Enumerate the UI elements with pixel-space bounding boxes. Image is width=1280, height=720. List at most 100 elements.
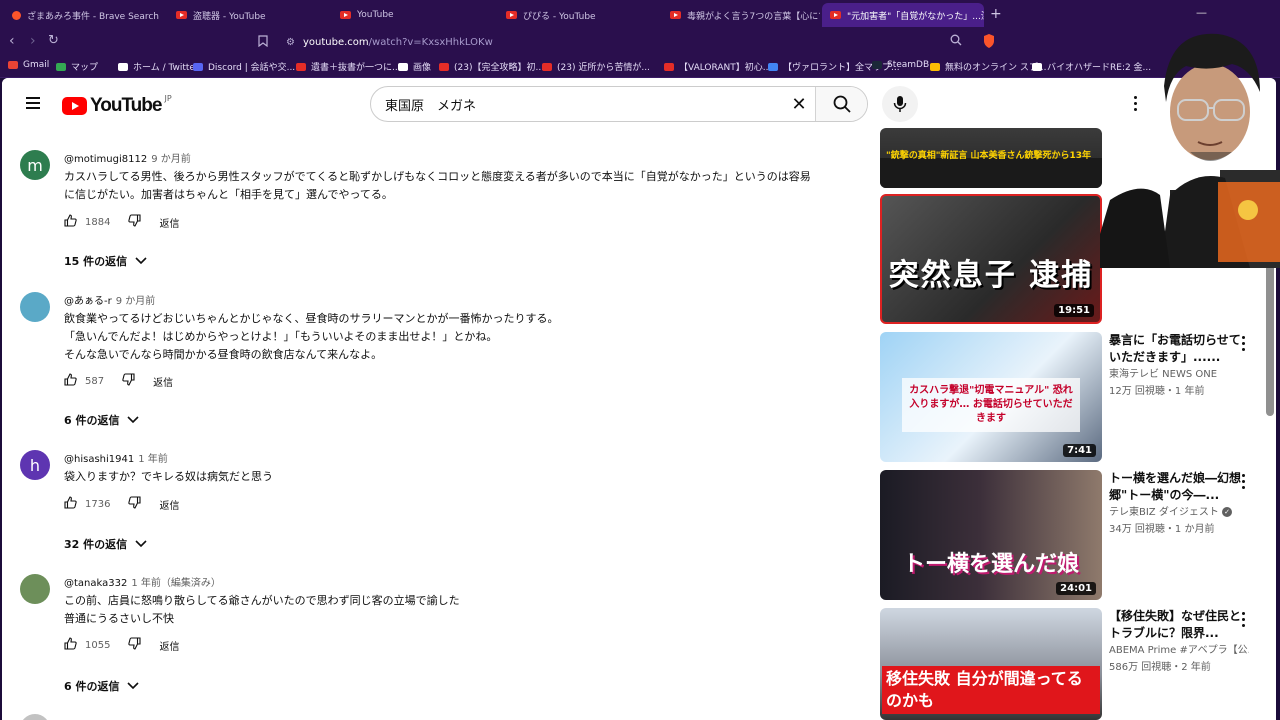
- bookmark-images[interactable]: 画像: [398, 60, 431, 73]
- reply-button[interactable]: 返信: [159, 497, 179, 512]
- like-icon[interactable]: [64, 637, 77, 653]
- youtube-masthead: YouTube JP 東国原 メガネ ✕: [2, 78, 1276, 130]
- steamdb-icon: [872, 61, 882, 69]
- brave-shields-icon[interactable]: [982, 33, 996, 53]
- browser-window: ざまあみろ事件 - Brave Search 盗聴器 - YouTube You…: [0, 0, 1280, 720]
- tab-youtube-dokuoya[interactable]: 毒親がよく言う7つの言葉【心にできる深...: [662, 3, 820, 27]
- page-scrollbar[interactable]: [1266, 208, 1274, 716]
- voice-search-button[interactable]: [882, 86, 918, 122]
- dislike-icon[interactable]: [128, 496, 142, 512]
- dislike-icon[interactable]: [128, 214, 142, 230]
- bookmark-gmail[interactable]: Gmail: [8, 60, 49, 70]
- video-thumbnail[interactable]: "銃撃の真相"新証言 山本美香さん銃撃死から13年: [880, 128, 1102, 188]
- video-channel[interactable]: ABEMA Prime #アベプラ【公...: [1109, 642, 1249, 659]
- like-icon[interactable]: [64, 373, 77, 389]
- replies-toggle[interactable]: 6 件の返信: [64, 678, 140, 694]
- video-title[interactable]: トー横を選んだ娘―幻想郷"トー横"の今―...: [1109, 470, 1249, 504]
- x-icon: [398, 62, 408, 71]
- replies-toggle[interactable]: 15 件の返信: [64, 253, 147, 269]
- comment-time[interactable]: 1 年前: [138, 454, 168, 465]
- search-input[interactable]: 東国原 メガネ: [371, 87, 783, 121]
- bookmark-maps[interactable]: マップ: [56, 60, 98, 73]
- replies-toggle[interactable]: 32 件の返信: [64, 536, 147, 552]
- bookmark-video-1[interactable]: 遺書＋抜書が一つに...: [296, 60, 401, 73]
- video-info[interactable]: 【移住失敗】なぜ住民とトラブルに？限界... ABEMA Prime #アベプラ…: [1109, 608, 1249, 676]
- bookmark-youtube-1[interactable]: (23)【完全攻略】初...: [439, 60, 544, 73]
- video-duration: 7:41: [1063, 444, 1096, 457]
- comment-time[interactable]: 9 か月前: [151, 154, 191, 165]
- like-icon[interactable]: [64, 496, 77, 512]
- comment-actions: 1736 返信: [64, 496, 179, 512]
- comment-actions: 1884 返信: [64, 214, 179, 230]
- minimize-icon[interactable]: —: [1196, 6, 1207, 19]
- video-thumbnail[interactable]: カスハラ撃退"切電マニュアル" 恐れ入りますが… お電話切らせていただきます 7…: [880, 332, 1102, 462]
- youtube-icon: [542, 62, 552, 71]
- tab-youtube-active[interactable]: "元加害者"「自覚がなかった」...深刻 ✕: [822, 3, 984, 27]
- video-more-icon[interactable]: [1242, 612, 1246, 630]
- reload-icon[interactable]: ↻: [48, 33, 59, 48]
- search-button[interactable]: [815, 87, 867, 121]
- video-more-icon[interactable]: [1242, 474, 1246, 492]
- video-channel[interactable]: テレ東BIZ ダイジェスト ✓: [1109, 504, 1249, 521]
- comment-author[interactable]: @あぁる-r: [64, 296, 112, 307]
- reply-button[interactable]: 返信: [153, 374, 173, 389]
- bookmark-youtube-2[interactable]: (23) 近所から苦情が...: [542, 60, 650, 73]
- avatar[interactable]: [20, 574, 50, 604]
- verified-icon: ✓: [1222, 507, 1233, 517]
- avatar[interactable]: h: [20, 450, 50, 480]
- comment-time[interactable]: 1 年前（編集済み）: [131, 578, 221, 589]
- bookmark-twitter[interactable]: ホーム / Twitter: [118, 60, 199, 73]
- comment-time[interactable]: 9 か月前: [116, 296, 156, 307]
- video-info[interactable]: トー横を選んだ娘―幻想郷"トー横"の今―... テレ東BIZ ダイジェスト ✓ …: [1109, 470, 1249, 538]
- video-bookmark-icon: [296, 62, 306, 71]
- youtube-icon: [830, 11, 841, 19]
- thumbnail-caption: 突然息子 逮捕: [888, 258, 1094, 293]
- video-duration: 19:51: [1054, 304, 1094, 317]
- video-info[interactable]: 暴言に「お電話切らせていただきます」...... 東海テレビ NEWS ONE …: [1109, 332, 1249, 400]
- menu-icon[interactable]: [26, 97, 40, 109]
- bookmark-spreadsheet[interactable]: 無料のオンライン スプ...: [930, 60, 1046, 73]
- back-icon[interactable]: ‹: [9, 33, 15, 49]
- video-duration: 24:01: [1056, 582, 1096, 595]
- comment-author[interactable]: @motimugi8112: [64, 154, 147, 165]
- reply-button[interactable]: 返信: [159, 215, 179, 230]
- url-host: youtube.com: [302, 36, 369, 48]
- comment-author[interactable]: @tanaka332: [64, 578, 127, 589]
- zoom-icon[interactable]: [950, 34, 962, 49]
- avatar[interactable]: m: [20, 150, 50, 180]
- youtube-logo[interactable]: YouTube JP: [62, 94, 172, 117]
- video-thumbnail[interactable]: 突然息子 逮捕 19:51: [880, 194, 1102, 324]
- tab-youtube-home[interactable]: YouTube: [332, 3, 496, 27]
- bookmark-steamdb[interactable]: SteamDB: [872, 60, 929, 70]
- video-title[interactable]: 暴言に「お電話切らせていただきます」......: [1109, 332, 1249, 366]
- video-thumbnail[interactable]: トー横を選んだ娘 24:01: [880, 470, 1102, 600]
- video-thumbnail[interactable]: 移住失敗 自分が間違ってるのかも: [880, 608, 1102, 720]
- tab-youtube-tochouki[interactable]: 盗聴器 - YouTube: [168, 3, 330, 27]
- url-path: /watch?v=KxsxHhkLOKw: [368, 36, 493, 48]
- brave-icon: [12, 10, 21, 20]
- dislike-icon[interactable]: [128, 637, 142, 653]
- comment-header: @motimugi8112 9 か月前: [64, 150, 191, 165]
- tab-youtube-pipiru[interactable]: ぴぴる - YouTube: [498, 3, 660, 27]
- tab-brave-search[interactable]: ざまあみろ事件 - Brave Search: [4, 3, 164, 27]
- site-info-icon[interactable]: ⚙: [286, 37, 295, 48]
- reply-button[interactable]: 返信: [159, 638, 179, 653]
- video-more-icon[interactable]: [1242, 336, 1246, 354]
- comment-author[interactable]: @hisashi1941: [64, 454, 134, 465]
- avatar[interactable]: [20, 714, 50, 720]
- clear-search-icon[interactable]: ✕: [783, 87, 815, 121]
- forward-icon[interactable]: ›: [30, 33, 36, 49]
- new-tab-button[interactable]: +: [990, 6, 1002, 22]
- like-icon[interactable]: [64, 214, 77, 230]
- address-bar[interactable]: ⚙ youtube.com/watch?v=KxsxHhkLOKw: [286, 31, 946, 53]
- avatar[interactable]: [20, 292, 50, 322]
- bookmark-icon[interactable]: [258, 35, 268, 50]
- dislike-icon[interactable]: [122, 373, 135, 389]
- replies-toggle[interactable]: 6 件の返信: [64, 412, 140, 428]
- video-channel[interactable]: 東海テレビ NEWS ONE: [1109, 366, 1249, 383]
- bookmark-valorant[interactable]: 【VALORANT】初心...: [664, 60, 771, 73]
- video-title[interactable]: 【移住失敗】なぜ住民とトラブルに？限界...: [1109, 608, 1249, 642]
- like-count: 1884: [85, 216, 111, 228]
- like-count: 587: [85, 375, 105, 387]
- bookmark-discord[interactable]: Discord | 会話や交...: [193, 60, 295, 73]
